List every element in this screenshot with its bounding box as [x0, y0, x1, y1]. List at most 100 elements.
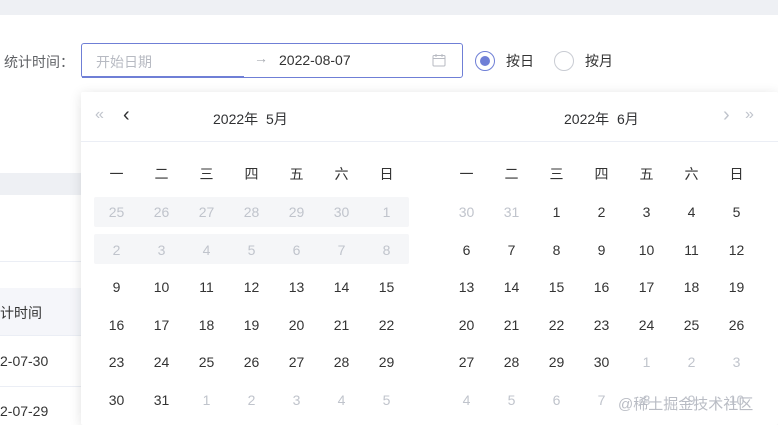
radio-circle[interactable] [475, 51, 495, 71]
radio-by-day[interactable]: 按日 [475, 51, 534, 71]
day-cell[interactable]: 1 [184, 392, 229, 408]
calendar-icon[interactable] [432, 53, 446, 67]
day-cell[interactable]: 1 [534, 204, 579, 220]
day-cell[interactable]: 18 [184, 317, 229, 333]
day-cell[interactable]: 25 [184, 354, 229, 370]
day-cell[interactable]: 29 [534, 354, 579, 370]
day-cell[interactable]: 13 [444, 279, 489, 295]
right-month-title: 2022年 6月 [564, 109, 639, 129]
left-month-label[interactable]: 5月 [266, 111, 288, 127]
day-cell[interactable]: 27 [444, 354, 489, 370]
day-cell[interactable]: 5 [364, 392, 409, 408]
day-cell[interactable]: 3 [139, 242, 184, 258]
day-cell[interactable]: 2 [94, 242, 139, 258]
day-cell[interactable]: 18 [669, 279, 714, 295]
day-cell[interactable]: 23 [579, 317, 624, 333]
day-cell[interactable]: 15 [364, 279, 409, 295]
day-cell[interactable]: 20 [274, 317, 319, 333]
day-cell[interactable]: 1 [624, 354, 669, 370]
day-cell[interactable]: 21 [319, 317, 364, 333]
day-cell[interactable]: 15 [534, 279, 579, 295]
day-cell[interactable]: 21 [489, 317, 534, 333]
day-cell[interactable]: 27 [274, 354, 319, 370]
day-cell[interactable]: 6 [444, 242, 489, 258]
radio-circle[interactable] [554, 51, 574, 71]
day-cell[interactable]: 10 [139, 279, 184, 295]
day-cell[interactable]: 3 [714, 354, 759, 370]
day-cell[interactable]: 8 [534, 242, 579, 258]
day-cell[interactable]: 9 [579, 242, 624, 258]
radio-by-month[interactable]: 按月 [554, 51, 613, 71]
day-cell[interactable]: 24 [139, 354, 184, 370]
day-cell[interactable]: 30 [319, 204, 364, 220]
top-bar [0, 0, 778, 15]
day-cell[interactable]: 29 [364, 354, 409, 370]
day-cell[interactable]: 8 [364, 242, 409, 258]
day-cell[interactable]: 4 [184, 242, 229, 258]
day-cell[interactable]: 23 [94, 354, 139, 370]
day-cell[interactable]: 17 [624, 279, 669, 295]
day-cell[interactable]: 12 [229, 279, 274, 295]
day-cell[interactable]: 7 [319, 242, 364, 258]
day-cell[interactable]: 10 [624, 242, 669, 258]
day-cell[interactable]: 25 [669, 317, 714, 333]
weekday-header: 二 [504, 166, 519, 182]
day-cell[interactable]: 30 [444, 204, 489, 220]
day-cell[interactable]: 31 [489, 204, 534, 220]
day-cell[interactable]: 12 [714, 242, 759, 258]
start-date-input[interactable]: 开始日期 [96, 52, 152, 72]
end-date-input[interactable]: 2022-08-07 [279, 52, 351, 68]
day-cell[interactable]: 24 [624, 317, 669, 333]
prev-year-icon[interactable]: « [95, 106, 104, 124]
date-range-picker[interactable]: 开始日期 → 2022-08-07 [81, 43, 463, 78]
day-cell[interactable]: 14 [319, 279, 364, 295]
day-cell[interactable]: 29 [274, 204, 319, 220]
day-cell[interactable]: 28 [489, 354, 534, 370]
prev-month-icon[interactable]: ‹ [123, 104, 130, 127]
day-cell[interactable]: 25 [94, 204, 139, 220]
day-cell[interactable]: 5 [229, 242, 274, 258]
picker-header: « ‹ 2022年 5月 2022年 6月 › » [81, 92, 778, 142]
day-cell[interactable]: 1 [364, 204, 409, 220]
day-cell[interactable]: 28 [229, 204, 274, 220]
day-cell[interactable]: 31 [139, 392, 184, 408]
day-cell[interactable]: 7 [489, 242, 534, 258]
day-cell[interactable]: 30 [94, 392, 139, 408]
day-cell[interactable]: 26 [139, 204, 184, 220]
day-cell[interactable]: 11 [184, 279, 229, 295]
day-cell[interactable]: 5 [714, 204, 759, 220]
day-cell[interactable]: 13 [274, 279, 319, 295]
day-cell[interactable]: 11 [669, 242, 714, 258]
day-cell[interactable]: 28 [319, 354, 364, 370]
day-cell[interactable]: 4 [669, 204, 714, 220]
day-cell[interactable]: 6 [274, 242, 319, 258]
day-cell[interactable]: 17 [139, 317, 184, 333]
day-cell[interactable]: 2 [579, 204, 624, 220]
day-cell[interactable]: 19 [229, 317, 274, 333]
day-cell[interactable]: 2 [229, 392, 274, 408]
day-cell[interactable]: 3 [274, 392, 319, 408]
day-cell[interactable]: 26 [714, 317, 759, 333]
day-cell[interactable]: 30 [579, 354, 624, 370]
day-cell[interactable]: 19 [714, 279, 759, 295]
next-month-icon[interactable]: › [723, 104, 730, 127]
next-year-icon[interactable]: » [745, 106, 754, 124]
day-cell[interactable]: 27 [184, 204, 229, 220]
day-cell[interactable]: 16 [94, 317, 139, 333]
right-year-label[interactable]: 2022年 [564, 111, 609, 127]
day-cell[interactable]: 22 [534, 317, 579, 333]
day-cell[interactable]: 20 [444, 317, 489, 333]
day-cell[interactable]: 16 [579, 279, 624, 295]
day-cell[interactable]: 4 [319, 392, 364, 408]
day-cell[interactable]: 6 [534, 392, 579, 408]
right-month-label[interactable]: 6月 [617, 111, 639, 127]
day-cell[interactable]: 26 [229, 354, 274, 370]
day-cell[interactable]: 4 [444, 392, 489, 408]
left-year-label[interactable]: 2022年 [213, 111, 258, 127]
day-cell[interactable]: 2 [669, 354, 714, 370]
day-cell[interactable]: 22 [364, 317, 409, 333]
day-cell[interactable]: 9 [94, 279, 139, 295]
day-cell[interactable]: 3 [624, 204, 669, 220]
day-cell[interactable]: 5 [489, 392, 534, 408]
day-cell[interactable]: 14 [489, 279, 534, 295]
